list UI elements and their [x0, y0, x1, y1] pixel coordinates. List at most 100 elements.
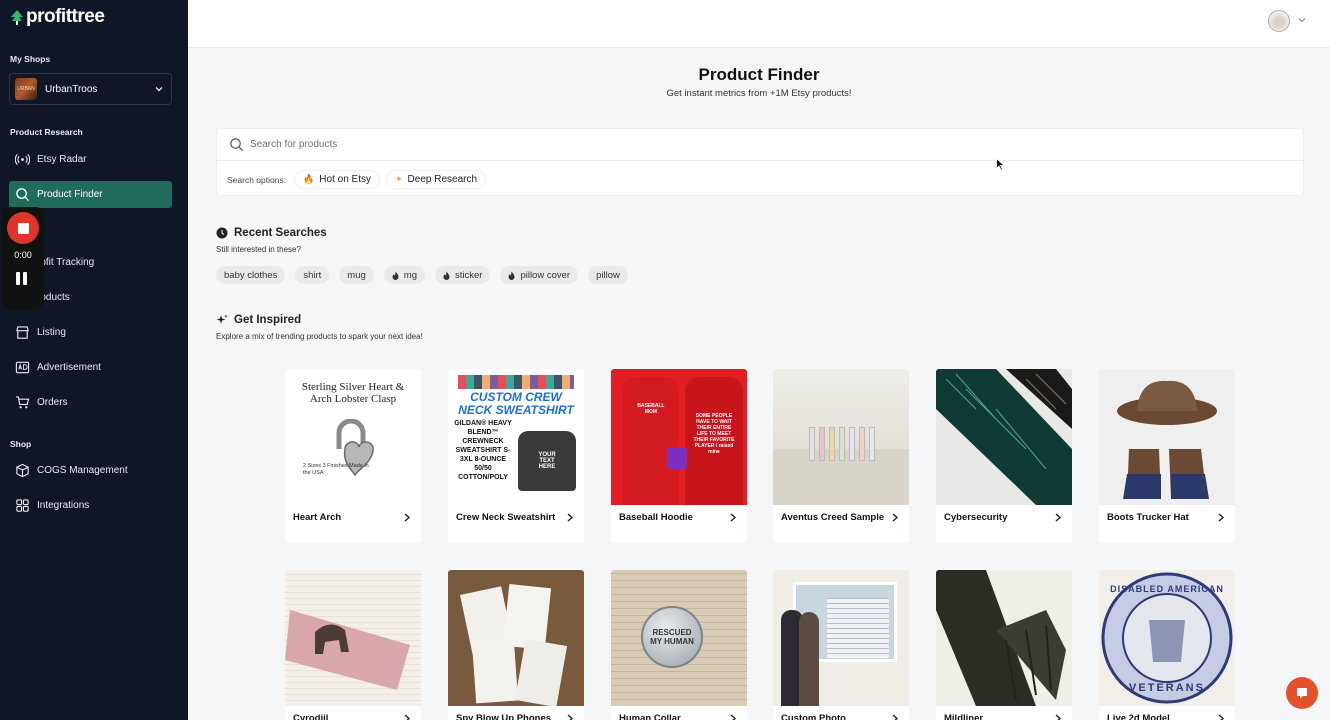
chevron-right-icon — [730, 714, 737, 720]
sidebar-item-label: Advertisement — [37, 362, 101, 373]
product-card-label: Cybersecurity — [944, 512, 1008, 523]
sidebar-item-orders[interactable]: Orders — [9, 389, 172, 416]
search-input[interactable] — [250, 139, 1150, 150]
product-thumbnail: Sterling Silver Heart & Arch Lobster Cla… — [285, 369, 421, 505]
recent-search-chip[interactable]: pillow — [588, 266, 628, 284]
product-card-label: Live 2d Model — [1107, 713, 1170, 720]
fire-icon: 🔥 — [303, 174, 315, 184]
recording-timer: 0:00 — [14, 250, 32, 260]
product-thumbnail — [285, 570, 421, 706]
recent-search-chips: baby clothes shirt mug mg sticker pillow cove… — [216, 266, 628, 284]
shop-selector[interactable]: URBAN UrbanTroos — [9, 73, 172, 105]
product-card-label: Spy Blow Up Phones — [456, 713, 552, 720]
brand-name: profittree — [26, 6, 105, 27]
chevron-right-icon — [1055, 513, 1062, 522]
product-thumbnail: CUSTOM CREW NECK SWEATSHIRT GILDAN® HEAV… — [448, 369, 584, 505]
sidebar-item-label: rofit Tracking — [37, 257, 95, 268]
tag-image: RESCUED MY HUMAN — [641, 606, 703, 668]
product-thumbnail — [448, 570, 584, 706]
person-image — [799, 612, 819, 706]
thumb-text: YOUR TEXT HERE — [538, 452, 556, 470]
product-card-cyrodiil[interactable]: Cyrodiil — [285, 570, 421, 720]
chip-label: pillow cover — [520, 269, 571, 281]
chat-support-button[interactable] — [1286, 677, 1318, 709]
search-bar[interactable] — [217, 129, 1305, 161]
vial — [819, 427, 825, 461]
chevron-down-icon[interactable] — [1297, 15, 1307, 25]
sidebar-item-etsy-radar[interactable]: Etsy Radar — [9, 146, 172, 173]
sidebar-item-product-finder[interactable]: Product Finder — [9, 181, 172, 208]
stop-recording-button[interactable] — [7, 212, 39, 244]
product-card-baseball-hoodie[interactable]: BASEBALL MOM SOME PEOPLE HAVE TO WAIT TH… — [611, 369, 747, 543]
card-image — [514, 638, 568, 706]
recent-search-chip[interactable]: sticker — [434, 266, 491, 284]
chip-label: baby clothes — [224, 269, 278, 281]
product-card-boots-trucker-hat[interactable]: Boots Trucker Hat — [1099, 369, 1235, 543]
sidebar-item-cogs-management[interactable]: COGS Management — [9, 457, 172, 484]
chevron-right-icon — [567, 513, 574, 522]
brand-logo[interactable]: profittree — [10, 6, 105, 28]
recent-search-chip[interactable]: mug — [339, 266, 374, 284]
chevron-right-icon — [404, 513, 411, 522]
product-thumbnail — [773, 369, 909, 505]
product-card-mildliner[interactable]: Mildliner — [936, 570, 1072, 720]
pause-icon[interactable] — [16, 272, 30, 286]
recent-search-chip[interactable]: baby clothes — [216, 266, 286, 284]
sidebar-item-integrations[interactable]: Integrations — [9, 492, 172, 519]
sparkle-icon — [216, 314, 228, 324]
product-card-human-collar[interactable]: RESCUED MY HUMAN Human Collar — [611, 570, 747, 720]
vial — [849, 427, 855, 461]
tie-image — [936, 570, 1066, 706]
top-bar — [188, 0, 1330, 48]
thumb-text: GILDAN® HEAVY BLEND™ CREWNECK SWEATSHIRT… — [454, 420, 512, 481]
get-inspired-subtitle: Explore a mix of trending products to sp… — [216, 332, 423, 341]
product-card-label: Human Collar — [619, 713, 681, 720]
product-thumbnail — [936, 570, 1072, 706]
sidebar-item-listing[interactable]: Listing — [9, 319, 172, 346]
chevron-down-icon — [155, 87, 163, 92]
deep-research-option[interactable]: ✦ Deep Research — [386, 170, 487, 189]
sidebar-item-label: Integrations — [37, 500, 90, 511]
recent-search-chip[interactable]: shirt — [295, 266, 330, 284]
thumb-text: SOME PEOPLE HAVE TO WAIT THEIR ENTIRE LI… — [693, 413, 735, 455]
vial — [809, 427, 815, 461]
store-icon — [16, 326, 29, 339]
option-label: Deep Research — [407, 174, 478, 185]
fire-icon — [508, 271, 515, 280]
product-card-label: Baseball Hoodie — [619, 512, 693, 523]
hoodie-front: BASEBALL MOM — [623, 377, 679, 505]
product-thumbnail: BASEBALL MOM SOME PEOPLE HAVE TO WAIT TH… — [611, 369, 747, 505]
thumb-text: VETERANS — [1129, 682, 1205, 694]
sidebar-item-advertisement[interactable]: Advertisement — [9, 354, 172, 381]
search-card: Search options: 🔥 Hot on Etsy ✦ Deep Res… — [216, 128, 1305, 196]
tree-logo-icon — [11, 10, 23, 25]
sidebar-item-label: Orders — [37, 397, 68, 408]
shop-name: UrbanTroos — [45, 83, 98, 95]
product-card-heart-arch[interactable]: Sterling Silver Heart & Arch Lobster Cla… — [285, 369, 421, 543]
product-card-live-2d-model[interactable]: DISABLED AMERICAN VETERANS Live 2d Model — [1099, 570, 1235, 720]
fire-icon — [392, 271, 399, 280]
thumb-text: CUSTOM CREW NECK SWEATSHIRT — [458, 390, 574, 417]
page-title: Product Finder — [698, 65, 820, 84]
product-card-crew-neck-sweatshirt[interactable]: CUSTOM CREW NECK SWEATSHIRT GILDAN® HEAV… — [448, 369, 584, 543]
stop-icon — [17, 222, 29, 234]
product-card-custom-photo[interactable]: Custom Photo — [773, 570, 909, 720]
chevron-right-icon — [892, 513, 899, 522]
product-thumbnail — [936, 369, 1072, 505]
sidebar: profittree My Shops URBAN UrbanTroos Pro… — [0, 0, 188, 720]
fire-icon — [443, 271, 450, 280]
chip-label: mug — [347, 269, 366, 281]
product-card-spy-blow-up-phones[interactable]: Spy Blow Up Phones — [448, 570, 584, 720]
product-card-cybersecurity[interactable]: Cybersecurity — [936, 369, 1072, 543]
product-card-label: Mildliner — [944, 713, 984, 720]
product-card-label: Custom Photo — [781, 713, 846, 720]
screen-recorder-widget: 0:00 — [2, 207, 44, 309]
user-avatar[interactable] — [1268, 10, 1290, 32]
get-inspired-heading: Get Inspired — [216, 314, 301, 326]
product-card-aventus-creed-sample[interactable]: Aventus Creed Sample — [773, 369, 909, 543]
hot-on-etsy-option[interactable]: 🔥 Hot on Etsy — [294, 170, 380, 189]
recent-search-chip[interactable]: mg — [383, 266, 425, 284]
search-options-label: Search options: — [227, 174, 287, 185]
recent-search-chip[interactable]: pillow cover — [500, 266, 579, 284]
search-icon — [230, 138, 244, 152]
